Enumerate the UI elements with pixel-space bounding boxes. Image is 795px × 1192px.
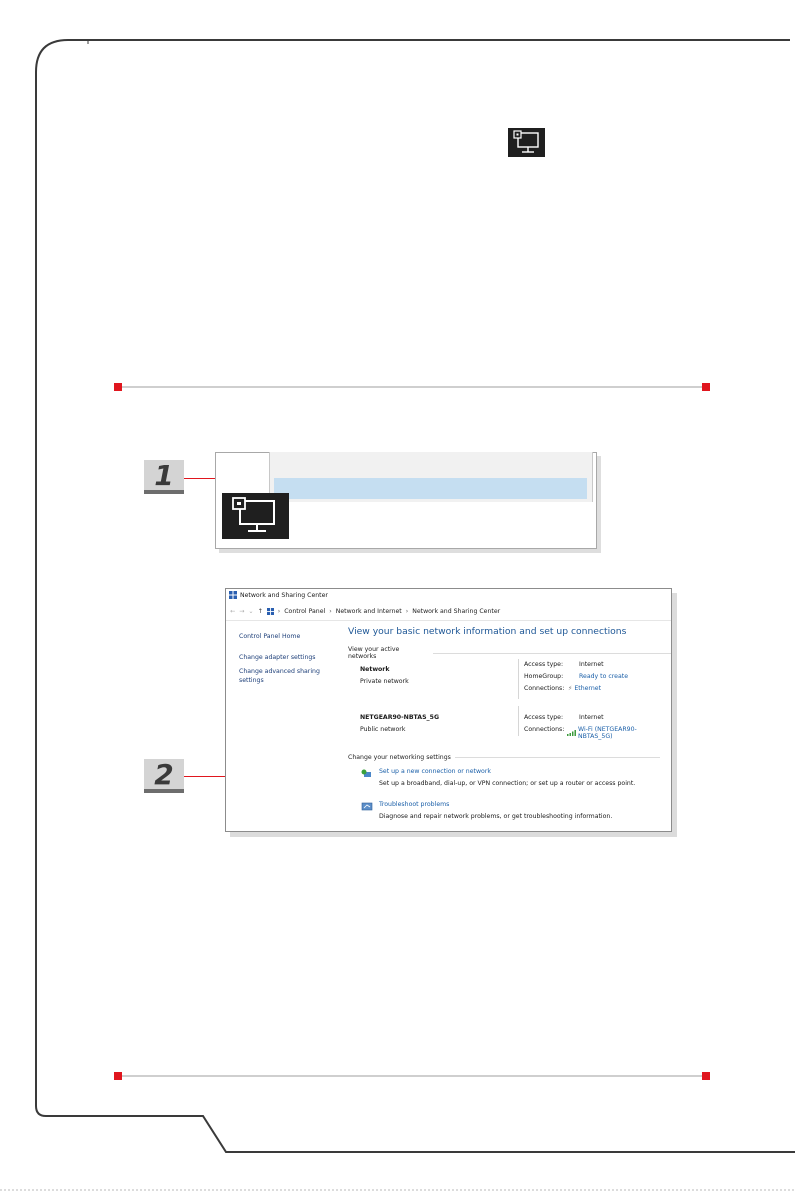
- breadcrumb-chevron-icon: ›: [405, 608, 409, 615]
- window-title: Network and Sharing Center: [240, 591, 328, 599]
- network-2-access-value: Internet: [579, 714, 604, 721]
- forward-arrow-icon[interactable]: →: [239, 608, 244, 615]
- sidebar-change-adapter-settings[interactable]: Change adapter settings: [239, 654, 316, 661]
- network-1-type: Private network: [360, 678, 409, 685]
- flyout-highlighted-item[interactable]: [274, 478, 587, 499]
- sidebar-change-advanced-sharing[interactable]: Change advanced sharing settings: [239, 667, 320, 685]
- network-sharing-center-window: Network and Sharing Center ← → ⌄ ↑ › Con…: [225, 588, 672, 832]
- page-heading: View your basic network information and …: [348, 626, 627, 637]
- troubleshoot-desc: Diagnose and repair network problems, or…: [379, 813, 613, 820]
- step-badge-2: 2: [144, 758, 184, 793]
- section-divider-top: [118, 386, 706, 388]
- divider-marker-left: [114, 1072, 122, 1080]
- troubleshoot-link[interactable]: Troubleshoot problems: [379, 801, 449, 808]
- ethernet-icon: ⚡: [568, 685, 573, 692]
- network-2-separator: [518, 706, 519, 736]
- control-panel-icon: [266, 608, 274, 615]
- change-settings-label: Change your networking settings: [348, 754, 451, 761]
- recent-dropdown-icon[interactable]: ⌄: [248, 608, 253, 615]
- network-2-type: Public network: [360, 726, 406, 733]
- divider-marker-right: [702, 383, 710, 391]
- breadcrumb-chevron-icon: ›: [277, 608, 281, 615]
- back-arrow-icon[interactable]: ←: [230, 608, 235, 615]
- network-1-name: Network: [360, 666, 390, 673]
- network-monitor-icon: [508, 128, 545, 157]
- network-1-access-label: Access type:: [524, 661, 564, 668]
- taskbar-network-icon[interactable]: [222, 493, 289, 539]
- new-connection-link[interactable]: Set up a new connection or network: [379, 768, 491, 775]
- network-1-ethernet-link[interactable]: ⚡ Ethernet: [568, 685, 601, 692]
- sidebar-control-panel-home[interactable]: Control Panel Home: [239, 633, 300, 640]
- divider-marker-left: [114, 383, 122, 391]
- wifi-signal-icon: [567, 730, 576, 736]
- breadcrumb-chevron-icon: ›: [329, 608, 332, 615]
- change-settings-section: Change your networking settings: [348, 754, 660, 761]
- network-1-homegroup-label: HomeGroup:: [524, 673, 564, 680]
- address-bar: ← → ⌄ ↑ › Control Panel › Network and In…: [230, 608, 500, 615]
- network-2-name: NETGEAR90-NBTAS_5G: [360, 714, 440, 721]
- up-arrow-icon[interactable]: ↑: [258, 608, 263, 615]
- divider-marker-right: [702, 1072, 710, 1080]
- troubleshoot-icon: [361, 802, 373, 811]
- breadcrumb-network-sharing-center[interactable]: Network and Sharing Center: [412, 608, 500, 615]
- section-divider-bottom: [118, 1075, 706, 1077]
- step-badge-1: 1: [144, 459, 184, 494]
- network-2-wifi-link[interactable]: Wi-Fi (NETGEAR90-NBTAS_5G): [567, 726, 671, 740]
- network-1-homegroup-link[interactable]: Ready to create: [579, 673, 628, 680]
- network-1-separator: [518, 659, 519, 699]
- window-title-bar: Network and Sharing Center: [229, 591, 328, 599]
- network-2-access-label: Access type:: [524, 714, 564, 721]
- network-1-connections-label: Connections:: [524, 685, 565, 692]
- active-networks-label: View your active networks: [348, 646, 400, 660]
- active-networks-section: View your active networks: [348, 646, 671, 660]
- address-bar-divider: [226, 620, 671, 621]
- network-2-connections-label: Connections:: [524, 726, 565, 733]
- breadcrumb-network-internet[interactable]: Network and Internet: [336, 608, 402, 615]
- network-1-access-value: Internet: [579, 661, 604, 668]
- network-center-icon: [229, 591, 237, 599]
- new-connection-icon: [361, 769, 371, 777]
- breadcrumb-control-panel[interactable]: Control Panel: [284, 608, 325, 615]
- new-connection-desc: Set up a broadband, dial-up, or VPN conn…: [379, 780, 636, 787]
